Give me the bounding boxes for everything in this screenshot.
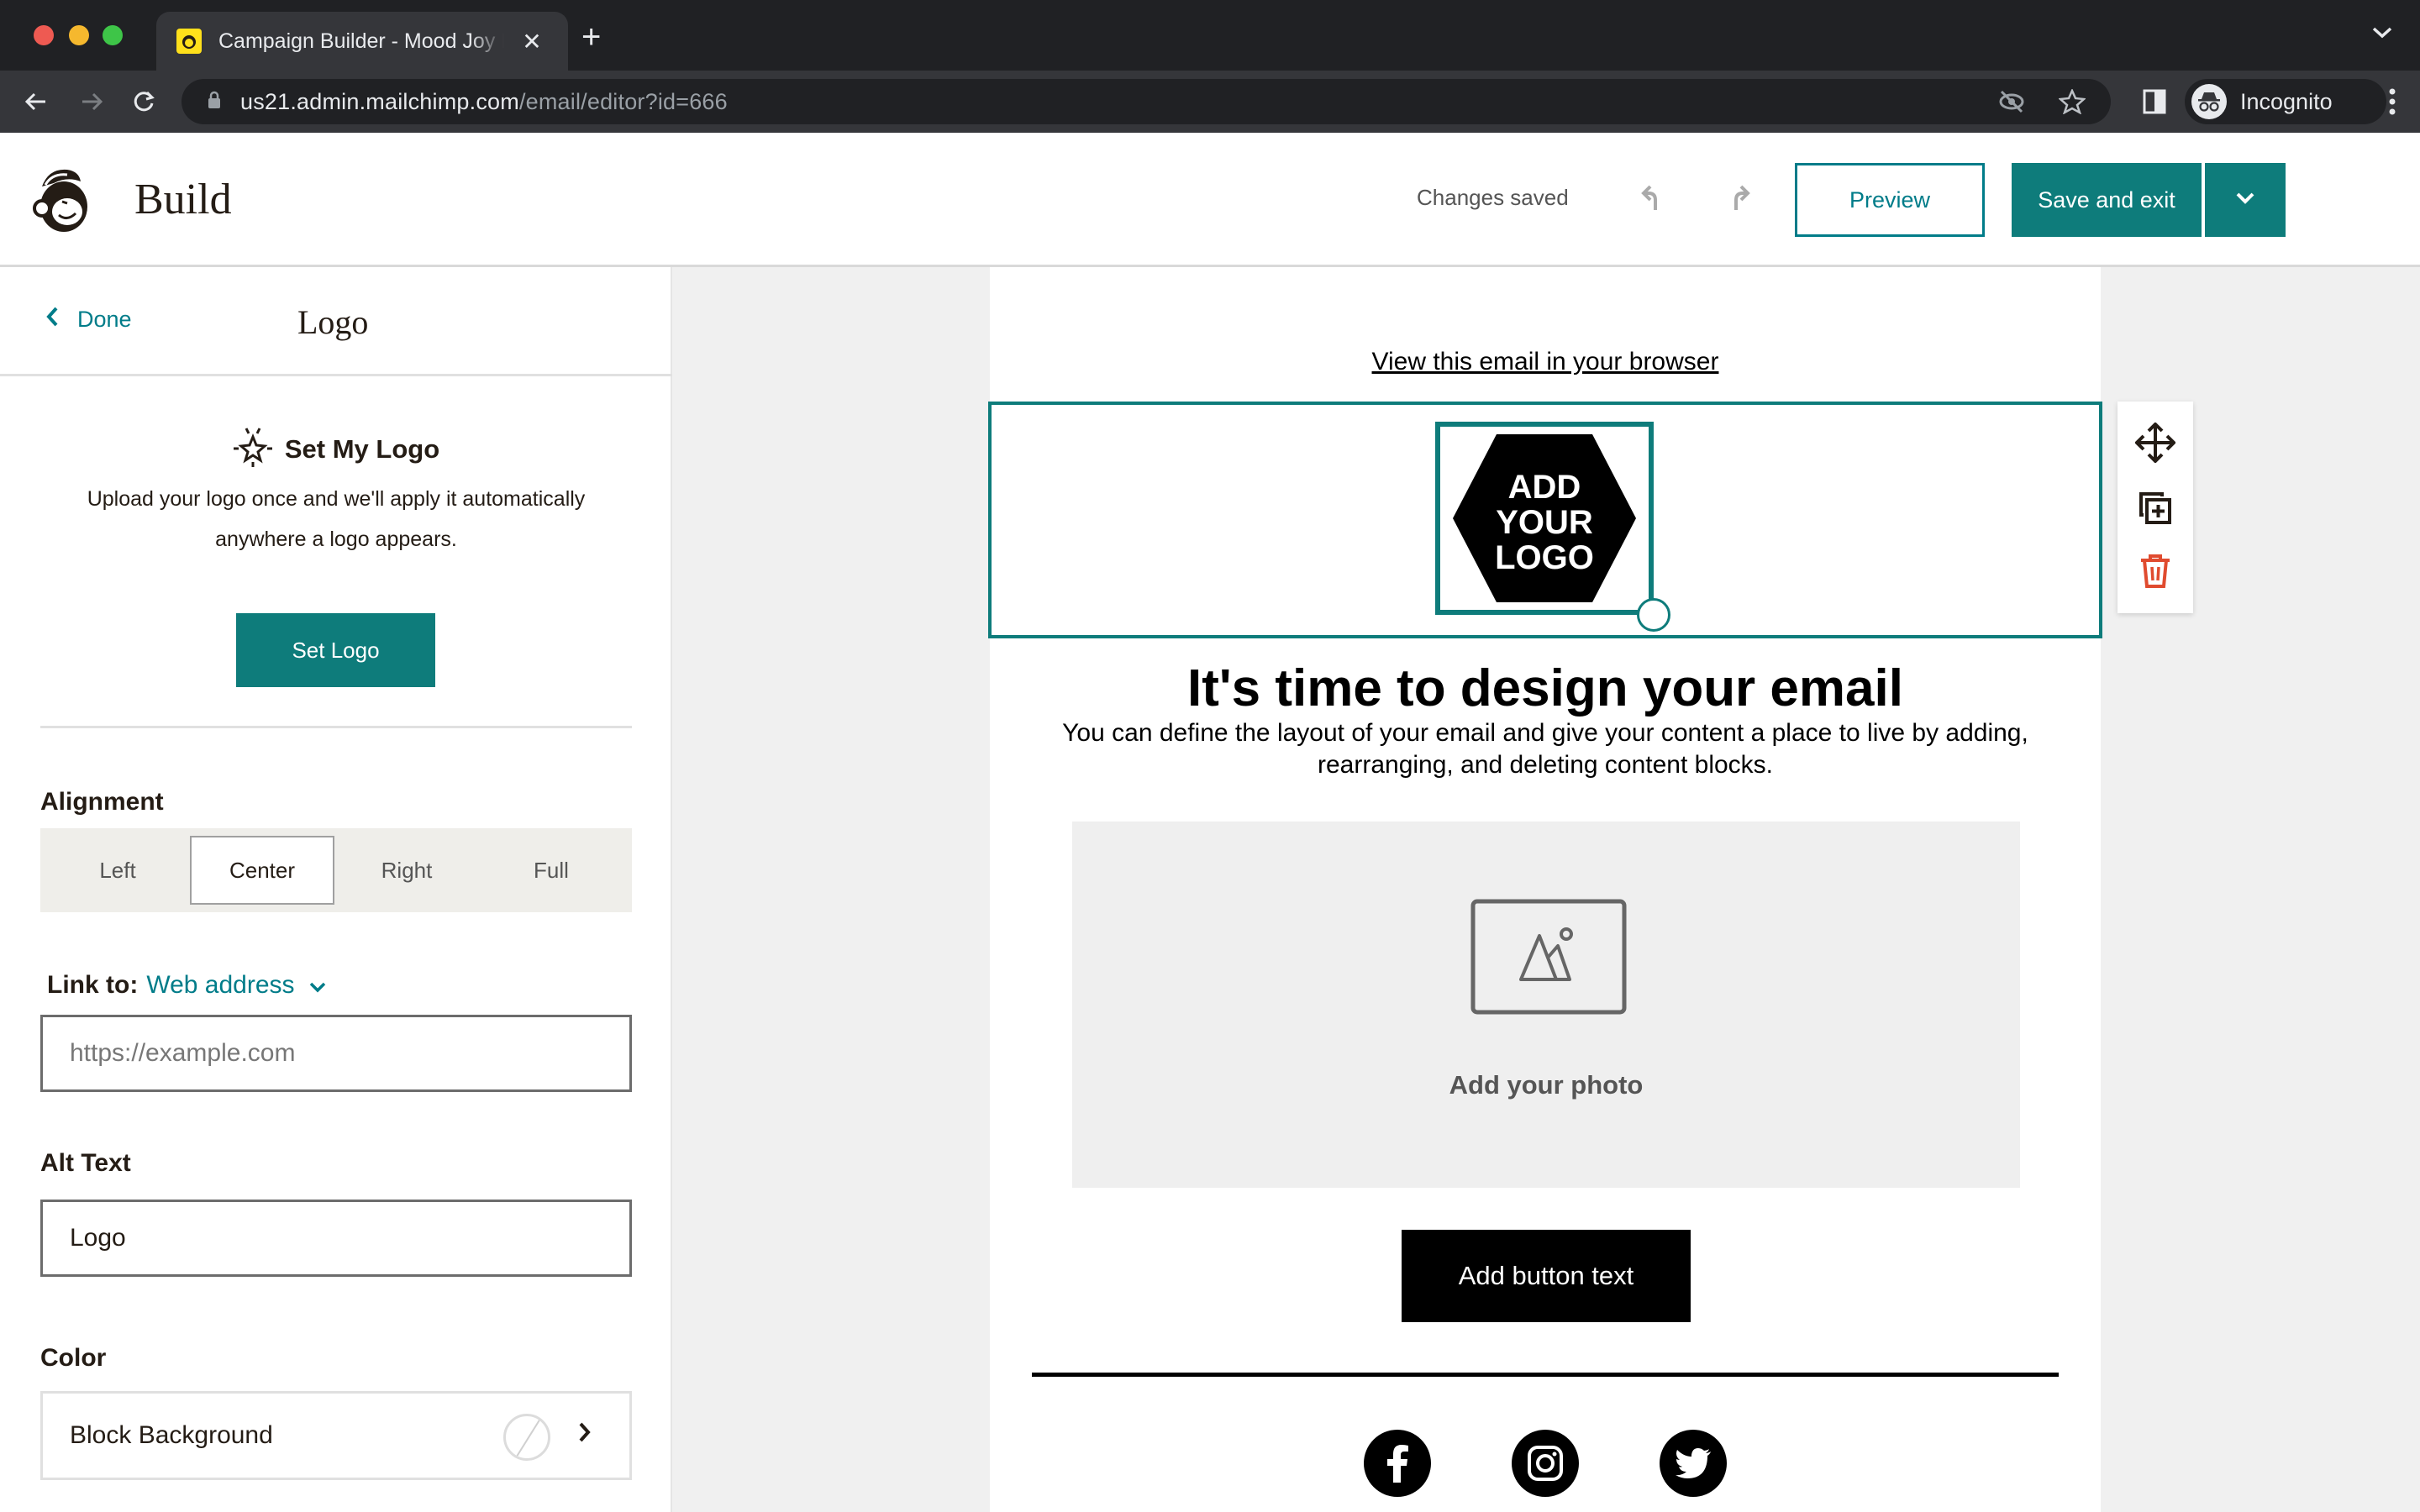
color-label: Color (40, 1344, 107, 1372)
email-divider (1032, 1373, 2059, 1377)
window-maximize-button[interactable] (103, 25, 123, 45)
page-title: Build (134, 176, 232, 223)
align-right-option[interactable]: Right (334, 836, 479, 905)
block-toolbar (2118, 402, 2193, 613)
redo-icon[interactable] (1721, 181, 1751, 216)
save-status: Changes saved (1417, 185, 1569, 210)
align-full-option[interactable]: Full (479, 836, 623, 905)
logo-placeholder-line: LOGO (1495, 539, 1594, 576)
incognito-icon (2191, 84, 2227, 119)
set-logo-button[interactable]: Set Logo (236, 613, 435, 687)
new-tab-icon[interactable]: + (581, 20, 601, 54)
kebab-icon[interactable] (2388, 87, 2396, 120)
divider (40, 726, 632, 728)
undo-icon[interactable] (1640, 181, 1670, 216)
set-my-logo-description: Upload your logo once and we'll apply it… (87, 487, 586, 551)
chevron-right-icon (577, 1420, 592, 1448)
tab-title: Campaign Builder - Mood Joy Inc (218, 29, 504, 53)
logo-placeholder-line: YOUR (1496, 504, 1593, 541)
email-body: View this email in your browser ADD YOUR… (988, 267, 2102, 1512)
alignment-segmented-control: Left Center Right Full (40, 828, 632, 912)
sparkle-star-icon (233, 427, 273, 471)
alt-text-label: Alt Text (40, 1149, 131, 1177)
email-body-text[interactable]: You can define the layout of your email … (1057, 717, 2033, 781)
link-to-row: Link to: Web address (47, 971, 327, 1000)
panel-header: Done Logo (0, 267, 672, 376)
tab-close-icon[interactable]: ✕ (519, 28, 544, 55)
chevron-left-icon (45, 306, 59, 333)
eye-off-icon[interactable] (1998, 89, 2025, 118)
window-close-button[interactable] (34, 25, 54, 45)
add-photo-label: Add your photo (1449, 1070, 1644, 1100)
block-settings-panel: Done Logo Set My Logo Upload your logo o… (0, 267, 672, 1512)
align-center-option[interactable]: Center (190, 836, 334, 905)
resize-handle[interactable] (1637, 598, 1670, 632)
alignment-label: Alignment (40, 788, 164, 816)
link-type-dropdown[interactable]: Web address (146, 971, 294, 1000)
reload-icon[interactable] (128, 86, 160, 118)
image-icon (1470, 899, 1627, 1019)
alt-text-input[interactable] (40, 1200, 632, 1277)
window-minimize-button[interactable] (69, 25, 89, 45)
email-cta-button[interactable]: Add button text (1402, 1230, 1691, 1322)
social-links (990, 1430, 2101, 1497)
logo-block-selected[interactable]: ADD YOUR LOGO (988, 402, 2102, 638)
no-color-swatch-icon (503, 1414, 550, 1461)
facebook-icon[interactable] (1364, 1430, 1431, 1497)
address-bar[interactable]: us21.admin.mailchimp.com/email/editor?id… (182, 79, 2111, 124)
preview-button[interactable]: Preview (1795, 163, 1985, 237)
chevron-down-icon[interactable] (308, 971, 327, 1000)
block-background-color-row[interactable]: Block Background (40, 1391, 632, 1480)
align-left-option[interactable]: Left (45, 836, 190, 905)
link-url-input[interactable] (40, 1015, 632, 1092)
forward-icon[interactable] (76, 86, 108, 118)
instagram-icon[interactable] (1512, 1430, 1579, 1497)
save-and-exit-button[interactable]: Save and exit (2012, 163, 2202, 237)
back-icon[interactable] (20, 86, 52, 118)
logo-image[interactable]: ADD YOUR LOGO (1435, 422, 1654, 615)
done-button[interactable]: Done (45, 306, 132, 333)
delete-icon[interactable] (2139, 554, 2171, 593)
tab-list-icon[interactable] (2371, 25, 2393, 45)
link-to-label: Link to: (47, 971, 139, 999)
mailchimp-favicon-icon (176, 29, 202, 54)
duplicate-icon[interactable] (2139, 491, 2172, 529)
view-in-browser-link[interactable]: View this email in your browser (990, 348, 2101, 376)
move-icon[interactable] (2134, 421, 2176, 467)
profile-button[interactable]: Incognito (2185, 79, 2386, 124)
image-placeholder-block[interactable]: Add your photo (1072, 822, 2020, 1188)
url-text: us21.admin.mailchimp.com/email/editor?id… (240, 88, 728, 114)
browser-toolbar: us21.admin.mailchimp.com/email/editor?id… (0, 71, 2420, 133)
logo-placeholder-line: ADD (1508, 469, 1581, 506)
add-your-logo-placeholder-icon: ADD YOUR LOGO (1453, 434, 1636, 602)
sidepanel-icon[interactable] (2143, 89, 2166, 118)
save-options-button[interactable] (2205, 163, 2286, 237)
browser-tab[interactable]: Campaign Builder - Mood Joy Inc ✕ (156, 12, 568, 71)
app-header: Build Changes saved Preview Save and exi… (0, 133, 2420, 267)
chevron-down-icon (2235, 192, 2255, 209)
email-canvas: View this email in your browser ADD YOUR… (672, 267, 2420, 1512)
star-icon[interactable] (2058, 87, 2086, 118)
mailchimp-logo-icon[interactable] (30, 165, 96, 238)
panel-title: Logo (297, 303, 369, 341)
twitter-icon[interactable] (1660, 1430, 1727, 1497)
email-heading[interactable]: It's time to design your email (990, 659, 2101, 718)
set-my-logo-heading: Set My Logo (0, 427, 672, 471)
lock-icon[interactable] (207, 90, 222, 114)
browser-tab-bar: Campaign Builder - Mood Joy Inc ✕ + (0, 0, 2420, 71)
